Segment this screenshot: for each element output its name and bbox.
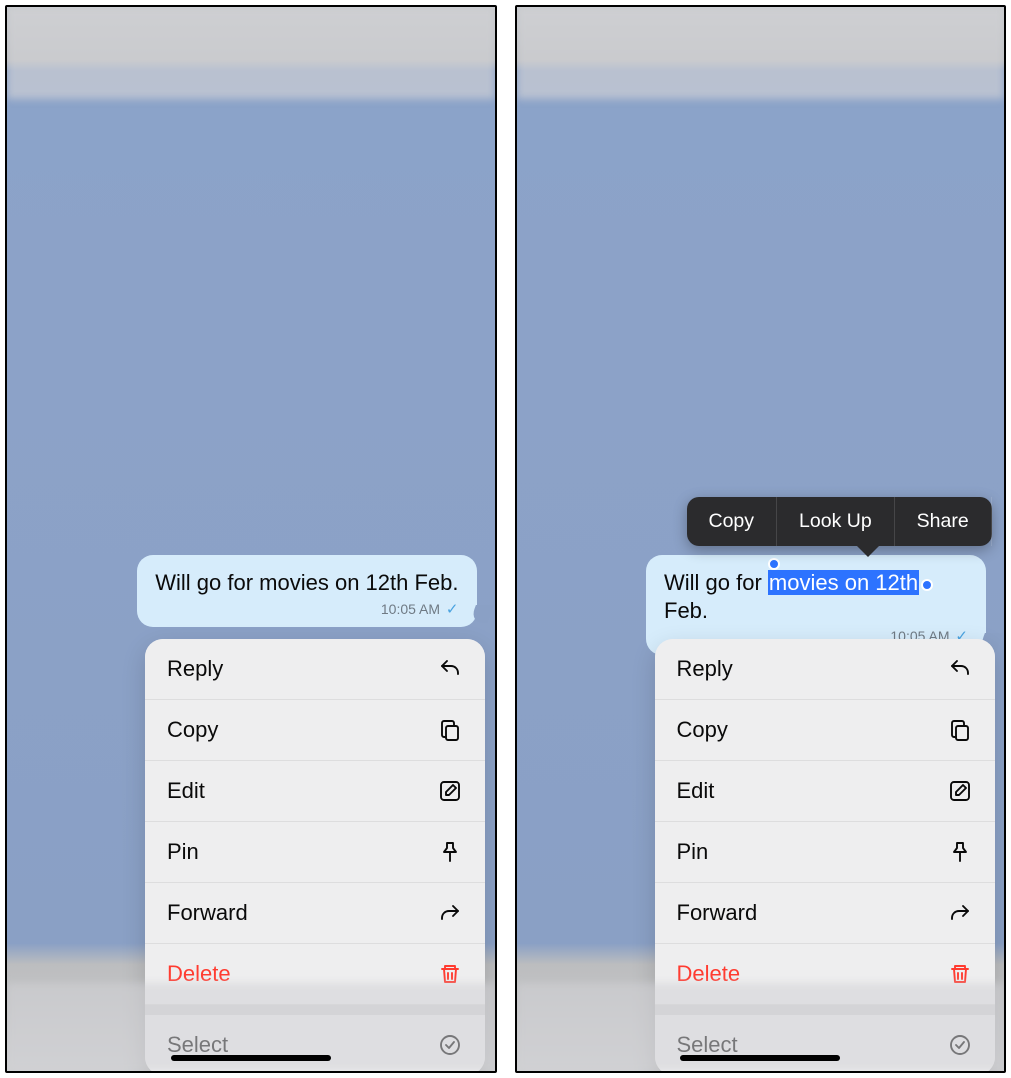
home-indicator[interactable] bbox=[680, 1055, 840, 1061]
edit-icon bbox=[437, 778, 463, 804]
check-circle-icon bbox=[947, 1032, 973, 1058]
menu-label-pin: Pin bbox=[167, 839, 199, 865]
callout-arrow-icon bbox=[855, 544, 881, 557]
reply-arrow-icon bbox=[947, 656, 973, 682]
forward-arrow-icon bbox=[437, 900, 463, 926]
menu-label-reply: Reply bbox=[167, 656, 223, 682]
edit-icon bbox=[947, 778, 973, 804]
menu-item-copy[interactable]: Copy bbox=[655, 700, 995, 761]
menu-label-forward: Forward bbox=[677, 900, 758, 926]
menu-separator bbox=[655, 1005, 995, 1015]
screenshot-right: Copy Look Up Share Will go for movies on… bbox=[515, 5, 1007, 1073]
menu-item-copy[interactable]: Copy bbox=[145, 700, 485, 761]
text-selection-callout: Copy Look Up Share bbox=[687, 497, 992, 546]
copy-icon bbox=[947, 717, 973, 743]
menu-label-edit: Edit bbox=[677, 778, 715, 804]
menu-label-copy: Copy bbox=[677, 717, 728, 743]
menu-item-select[interactable]: Select bbox=[145, 1015, 485, 1073]
trash-icon bbox=[947, 961, 973, 987]
message-text: Will go for movies on 12th Feb. bbox=[155, 570, 458, 595]
callout-copy[interactable]: Copy bbox=[687, 497, 778, 546]
menu-item-reply[interactable]: Reply bbox=[145, 639, 485, 700]
copy-icon bbox=[437, 717, 463, 743]
comparison-container: Will go for movies on 12th Feb. 10:05 AM… bbox=[0, 0, 1011, 1078]
menu-separator bbox=[145, 1005, 485, 1015]
home-indicator[interactable] bbox=[171, 1055, 331, 1061]
bubble-tail bbox=[464, 605, 486, 621]
context-menu: Reply Copy Edit Pin bbox=[655, 639, 995, 1073]
callout-lookup[interactable]: Look Up bbox=[777, 497, 895, 546]
menu-item-reply[interactable]: Reply bbox=[655, 639, 995, 700]
menu-label-delete: Delete bbox=[677, 961, 741, 987]
menu-label-forward: Forward bbox=[167, 900, 248, 926]
selected-text[interactable]: movies on 12th bbox=[768, 570, 919, 595]
check-circle-icon bbox=[437, 1032, 463, 1058]
forward-arrow-icon bbox=[947, 900, 973, 926]
message-bubble[interactable]: Will go for movies on 12th Feb. 10:05 AM… bbox=[137, 555, 476, 627]
menu-label-copy: Copy bbox=[167, 717, 218, 743]
menu-item-edit[interactable]: Edit bbox=[655, 761, 995, 822]
message-timestamp: 10:05 AM bbox=[381, 601, 440, 617]
pin-icon bbox=[947, 839, 973, 865]
menu-item-delete[interactable]: Delete bbox=[145, 944, 485, 1005]
menu-item-edit[interactable]: Edit bbox=[145, 761, 485, 822]
reply-arrow-icon bbox=[437, 656, 463, 682]
menu-label-edit: Edit bbox=[167, 778, 205, 804]
trash-icon bbox=[437, 961, 463, 987]
menu-item-delete[interactable]: Delete bbox=[655, 944, 995, 1005]
menu-item-select[interactable]: Select bbox=[655, 1015, 995, 1073]
selection-handle-start[interactable] bbox=[768, 558, 780, 570]
pin-icon bbox=[437, 839, 463, 865]
message-text-prefix: Will go for bbox=[664, 570, 768, 595]
context-menu: Reply Copy Edit Pin bbox=[145, 639, 485, 1073]
message-text-suffix: Feb. bbox=[664, 598, 708, 623]
menu-item-pin[interactable]: Pin bbox=[145, 822, 485, 883]
screenshot-left: Will go for movies on 12th Feb. 10:05 AM… bbox=[5, 5, 497, 1073]
menu-item-pin[interactable]: Pin bbox=[655, 822, 995, 883]
menu-item-forward[interactable]: Forward bbox=[655, 883, 995, 944]
selection-handle-end[interactable] bbox=[921, 579, 933, 591]
menu-label-reply: Reply bbox=[677, 656, 733, 682]
callout-share[interactable]: Share bbox=[895, 497, 992, 546]
menu-item-forward[interactable]: Forward bbox=[145, 883, 485, 944]
menu-label-pin: Pin bbox=[677, 839, 709, 865]
sent-check-icon: ✓ bbox=[446, 601, 459, 618]
menu-label-delete: Delete bbox=[167, 961, 231, 987]
